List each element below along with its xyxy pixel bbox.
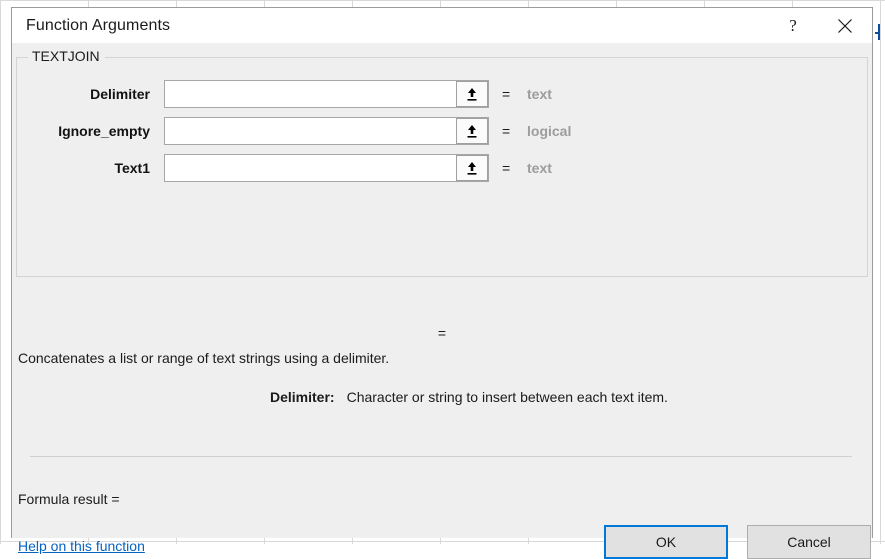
grid-line — [880, 0, 881, 544]
result-equals-sign: = — [437, 325, 447, 341]
argument-help-description: Character or string to insert between ea… — [346, 389, 668, 405]
close-icon — [838, 18, 852, 33]
argument-input-text1[interactable] — [165, 155, 458, 181]
ok-button[interactable]: OK — [604, 525, 728, 559]
collapse-dialog-arrow-icon — [467, 162, 477, 175]
argument-input-wrapper-delimiter — [164, 80, 489, 108]
help-on-this-function-link[interactable]: Help on this function — [18, 538, 145, 554]
question-mark-icon: ? — [789, 16, 797, 35]
formula-result: Formula result = — [18, 491, 124, 507]
close-button[interactable] — [822, 8, 868, 43]
range-selector-button-delimiter[interactable] — [456, 81, 488, 107]
argument-input-wrapper-ignore-empty — [164, 117, 489, 145]
argument-row-text1: Text1 = text — [17, 154, 867, 182]
help-question-icon[interactable]: ? — [770, 8, 816, 43]
formula-result-label: Formula result = — [18, 491, 120, 507]
function-name-legend: TEXTJOIN — [28, 48, 105, 64]
dialog-titlebar: Function Arguments ? — [12, 8, 872, 44]
function-arguments-dialog: Function Arguments ? TEXTJOIN Delimiter — [11, 7, 873, 559]
collapse-dialog-arrow-icon — [467, 88, 477, 101]
argument-input-ignore-empty[interactable] — [165, 118, 458, 144]
dialog-title: Function Arguments — [26, 17, 171, 34]
argument-equals-text1: = — [502, 160, 511, 176]
argument-equals-delimiter: = — [502, 86, 511, 102]
horizontal-separator — [30, 456, 852, 457]
grid-line — [0, 0, 885, 1]
argument-label-text1: Text1 — [114, 160, 150, 176]
argument-label-ignore-empty: Ignore_empty — [58, 123, 150, 139]
grid-line — [0, 0, 1, 544]
argument-row-ignore-empty: Ignore_empty = logical — [17, 117, 867, 145]
collapse-dialog-arrow-icon — [467, 125, 477, 138]
cell-selection-marker — [878, 24, 880, 40]
argument-label-delimiter: Delimiter — [90, 86, 150, 102]
range-selector-button-ignore-empty[interactable] — [456, 118, 488, 144]
argument-row-delimiter: Delimiter = text — [17, 80, 867, 108]
argument-type-hint-ignore-empty: logical — [527, 123, 572, 139]
cancel-button[interactable]: Cancel — [747, 525, 871, 559]
argument-type-hint-text1: text — [527, 160, 552, 176]
argument-input-delimiter[interactable] — [165, 81, 458, 107]
range-selector-button-text1[interactable] — [456, 155, 488, 181]
argument-help-name: Delimiter: — [270, 389, 335, 405]
dialog-body: TEXTJOIN Delimiter = text Ignore_empty =… — [12, 44, 872, 559]
argument-type-hint-delimiter: text — [527, 86, 552, 102]
arguments-group-box: TEXTJOIN Delimiter = text Ignore_empty =… — [16, 48, 868, 277]
argument-equals-ignore-empty: = — [502, 123, 511, 139]
argument-help-text: Delimiter: Character or string to insert … — [270, 389, 668, 405]
argument-input-wrapper-text1 — [164, 154, 489, 182]
function-description: Concatenates a list or range of text str… — [18, 350, 390, 366]
